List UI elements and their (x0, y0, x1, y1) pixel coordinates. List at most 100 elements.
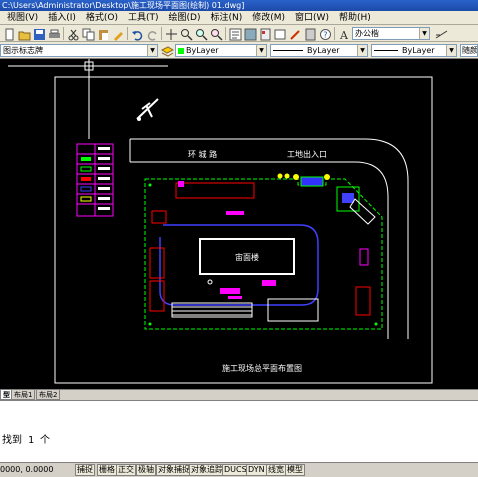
text-style-value: 办公楷 (355, 29, 379, 38)
guard-post-left (293, 174, 299, 180)
polar-toggle[interactable]: 极轴 (136, 464, 156, 476)
tool-palettes-icon[interactable] (258, 27, 271, 41)
drawing-canvas[interactable]: 环 城 路 工地出入口 宙面楼 施工现场总平面布置图 (0, 59, 478, 389)
menu-draw[interactable]: 绘图(D) (164, 11, 206, 25)
menu-dimension[interactable]: 标注(N) (205, 11, 247, 25)
drawing-border (54, 76, 433, 384)
mixer-station (220, 288, 240, 294)
plan-title: 施工现场总平面布置图 (222, 363, 302, 373)
color-value: ByLayer (186, 46, 219, 55)
lineweight-sample (374, 50, 398, 51)
lineweight-select[interactable]: ByLayer ▼ (371, 44, 457, 57)
calculator-icon[interactable] (303, 27, 316, 41)
road-label: 环 城 路 (188, 149, 217, 159)
properties-icon[interactable] (228, 27, 242, 41)
text-style-icon[interactable]: A (337, 27, 350, 41)
ducs-toggle[interactable]: DUCS (222, 464, 249, 476)
layout-tabs: 型 布局1 布局2 (0, 389, 478, 400)
undo-icon[interactable] (130, 27, 143, 41)
office-label-mark (226, 211, 244, 215)
zoom-window-icon[interactable] (194, 27, 208, 41)
plotstyle-value: 随颜色 (462, 46, 478, 55)
lineweight-value: ByLayer (402, 46, 435, 55)
chevron-down-icon: ▼ (147, 45, 157, 56)
sheet-set-icon[interactable] (273, 27, 286, 40)
snap-toggle[interactable]: 捕捉 (75, 464, 95, 476)
guard-post-right (324, 174, 330, 180)
linetype-select[interactable]: ByLayer ▼ (270, 44, 368, 57)
cut-icon[interactable] (66, 27, 79, 41)
model-toggle[interactable]: 模型 (285, 464, 305, 476)
linetype-value: ByLayer (307, 46, 340, 55)
fence-dot (148, 322, 152, 326)
command-window[interactable]: 找到 1 个 (0, 400, 478, 463)
tab-layout1[interactable]: 布局1 (11, 390, 36, 400)
color-select[interactable]: ByLayer ▼ (175, 44, 267, 57)
office-block (175, 182, 255, 199)
title-bar: C:\Users\Administrator\Desktop\施工现场平面图(绘… (0, 0, 478, 11)
layers-properties-toolbar: 图示标志牌 ▼ ByLayer ▼ ByLayer ▼ ByLayer ▼ 随颜色 (0, 42, 478, 59)
match-properties-icon[interactable] (111, 27, 124, 41)
dyn-toggle[interactable]: DYN (246, 464, 267, 476)
fence-dot (148, 183, 152, 187)
menu-bar: 视图(V) 插入(I) 格式(O) 工具(T) 绘图(D) 标注(N) 修改(M… (0, 11, 478, 25)
building-label: 宙面楼 (235, 252, 259, 262)
gate-label: 工地出入口 (287, 149, 327, 159)
tree-mark (284, 173, 290, 179)
pan-icon[interactable] (164, 27, 177, 40)
rebar-shed (267, 298, 319, 322)
ortho-toggle[interactable]: 正交 (116, 464, 136, 476)
material-yard-right (355, 286, 371, 316)
menu-format[interactable]: 格式(O) (81, 11, 123, 25)
linetype-sample (273, 50, 303, 51)
copy-icon[interactable] (81, 27, 95, 41)
storage-shed-left (149, 247, 165, 279)
chevron-down-icon: ▼ (357, 45, 367, 56)
menu-tools[interactable]: 工具(T) (123, 11, 164, 25)
otrack-toggle[interactable]: 对象追踪 (189, 464, 225, 476)
save-icon[interactable] (32, 27, 45, 40)
layer-manager-icon[interactable] (160, 44, 174, 57)
markup-icon[interactable] (288, 27, 301, 40)
design-center-icon[interactable] (243, 27, 257, 41)
legend-box (76, 143, 114, 217)
coordinate-readout: 0000, 0.0000 (0, 465, 54, 474)
lineweight-toggle[interactable]: 线宽 (266, 464, 286, 476)
north-arrow-icon (136, 98, 159, 121)
site-gate (300, 176, 324, 187)
redo-icon[interactable] (145, 27, 158, 41)
menu-modify[interactable]: 修改(M) (247, 11, 290, 25)
crane-base (262, 280, 276, 286)
layer-value: 图示标志牌 (3, 46, 43, 55)
chevron-down-icon: ▼ (446, 45, 456, 56)
zoom-previous-icon[interactable] (209, 27, 223, 41)
svg-text:?: ? (323, 31, 327, 40)
text-style-select[interactable]: 办公楷 ▼ (352, 27, 430, 40)
plotstyle-select[interactable]: 随颜色 (460, 44, 478, 57)
grid-toggle[interactable]: 栅格 (97, 464, 117, 476)
menu-window[interactable]: 窗口(W) (290, 11, 334, 25)
chevron-down-icon: ▼ (419, 28, 429, 39)
paste-icon[interactable] (96, 27, 109, 40)
dimension-style-icon[interactable] (434, 27, 448, 40)
zoom-realtime-icon[interactable] (179, 27, 193, 41)
open-folder-icon[interactable] (17, 27, 31, 41)
menu-view[interactable]: 视图(V) (2, 11, 43, 25)
sign-post (178, 181, 184, 187)
osnap-toggle[interactable]: 对象捕捉 (156, 464, 192, 476)
sign-board-right (359, 248, 369, 266)
help-icon[interactable]: ? (318, 27, 331, 40)
svg-text:A: A (339, 29, 349, 41)
status-bar: 0000, 0.0000 捕捉 栅格 正交 极轴 对象捕捉 对象追踪 DUCS … (0, 463, 478, 477)
mixer-label-mark (228, 296, 242, 299)
print-icon[interactable] (47, 27, 60, 40)
tool-room (151, 210, 167, 224)
menu-help[interactable]: 帮助(H) (334, 11, 376, 25)
layer-select[interactable]: 图示标志牌 ▼ (0, 44, 158, 57)
window-title: C:\Users\Administrator\Desktop\施工现场平面图(绘… (2, 1, 245, 10)
chevron-down-icon: ▼ (256, 45, 266, 56)
tab-layout2[interactable]: 布局2 (36, 390, 61, 400)
new-file-icon[interactable] (2, 27, 15, 41)
gate-area-structures (336, 186, 376, 225)
menu-insert[interactable]: 插入(I) (43, 11, 81, 25)
